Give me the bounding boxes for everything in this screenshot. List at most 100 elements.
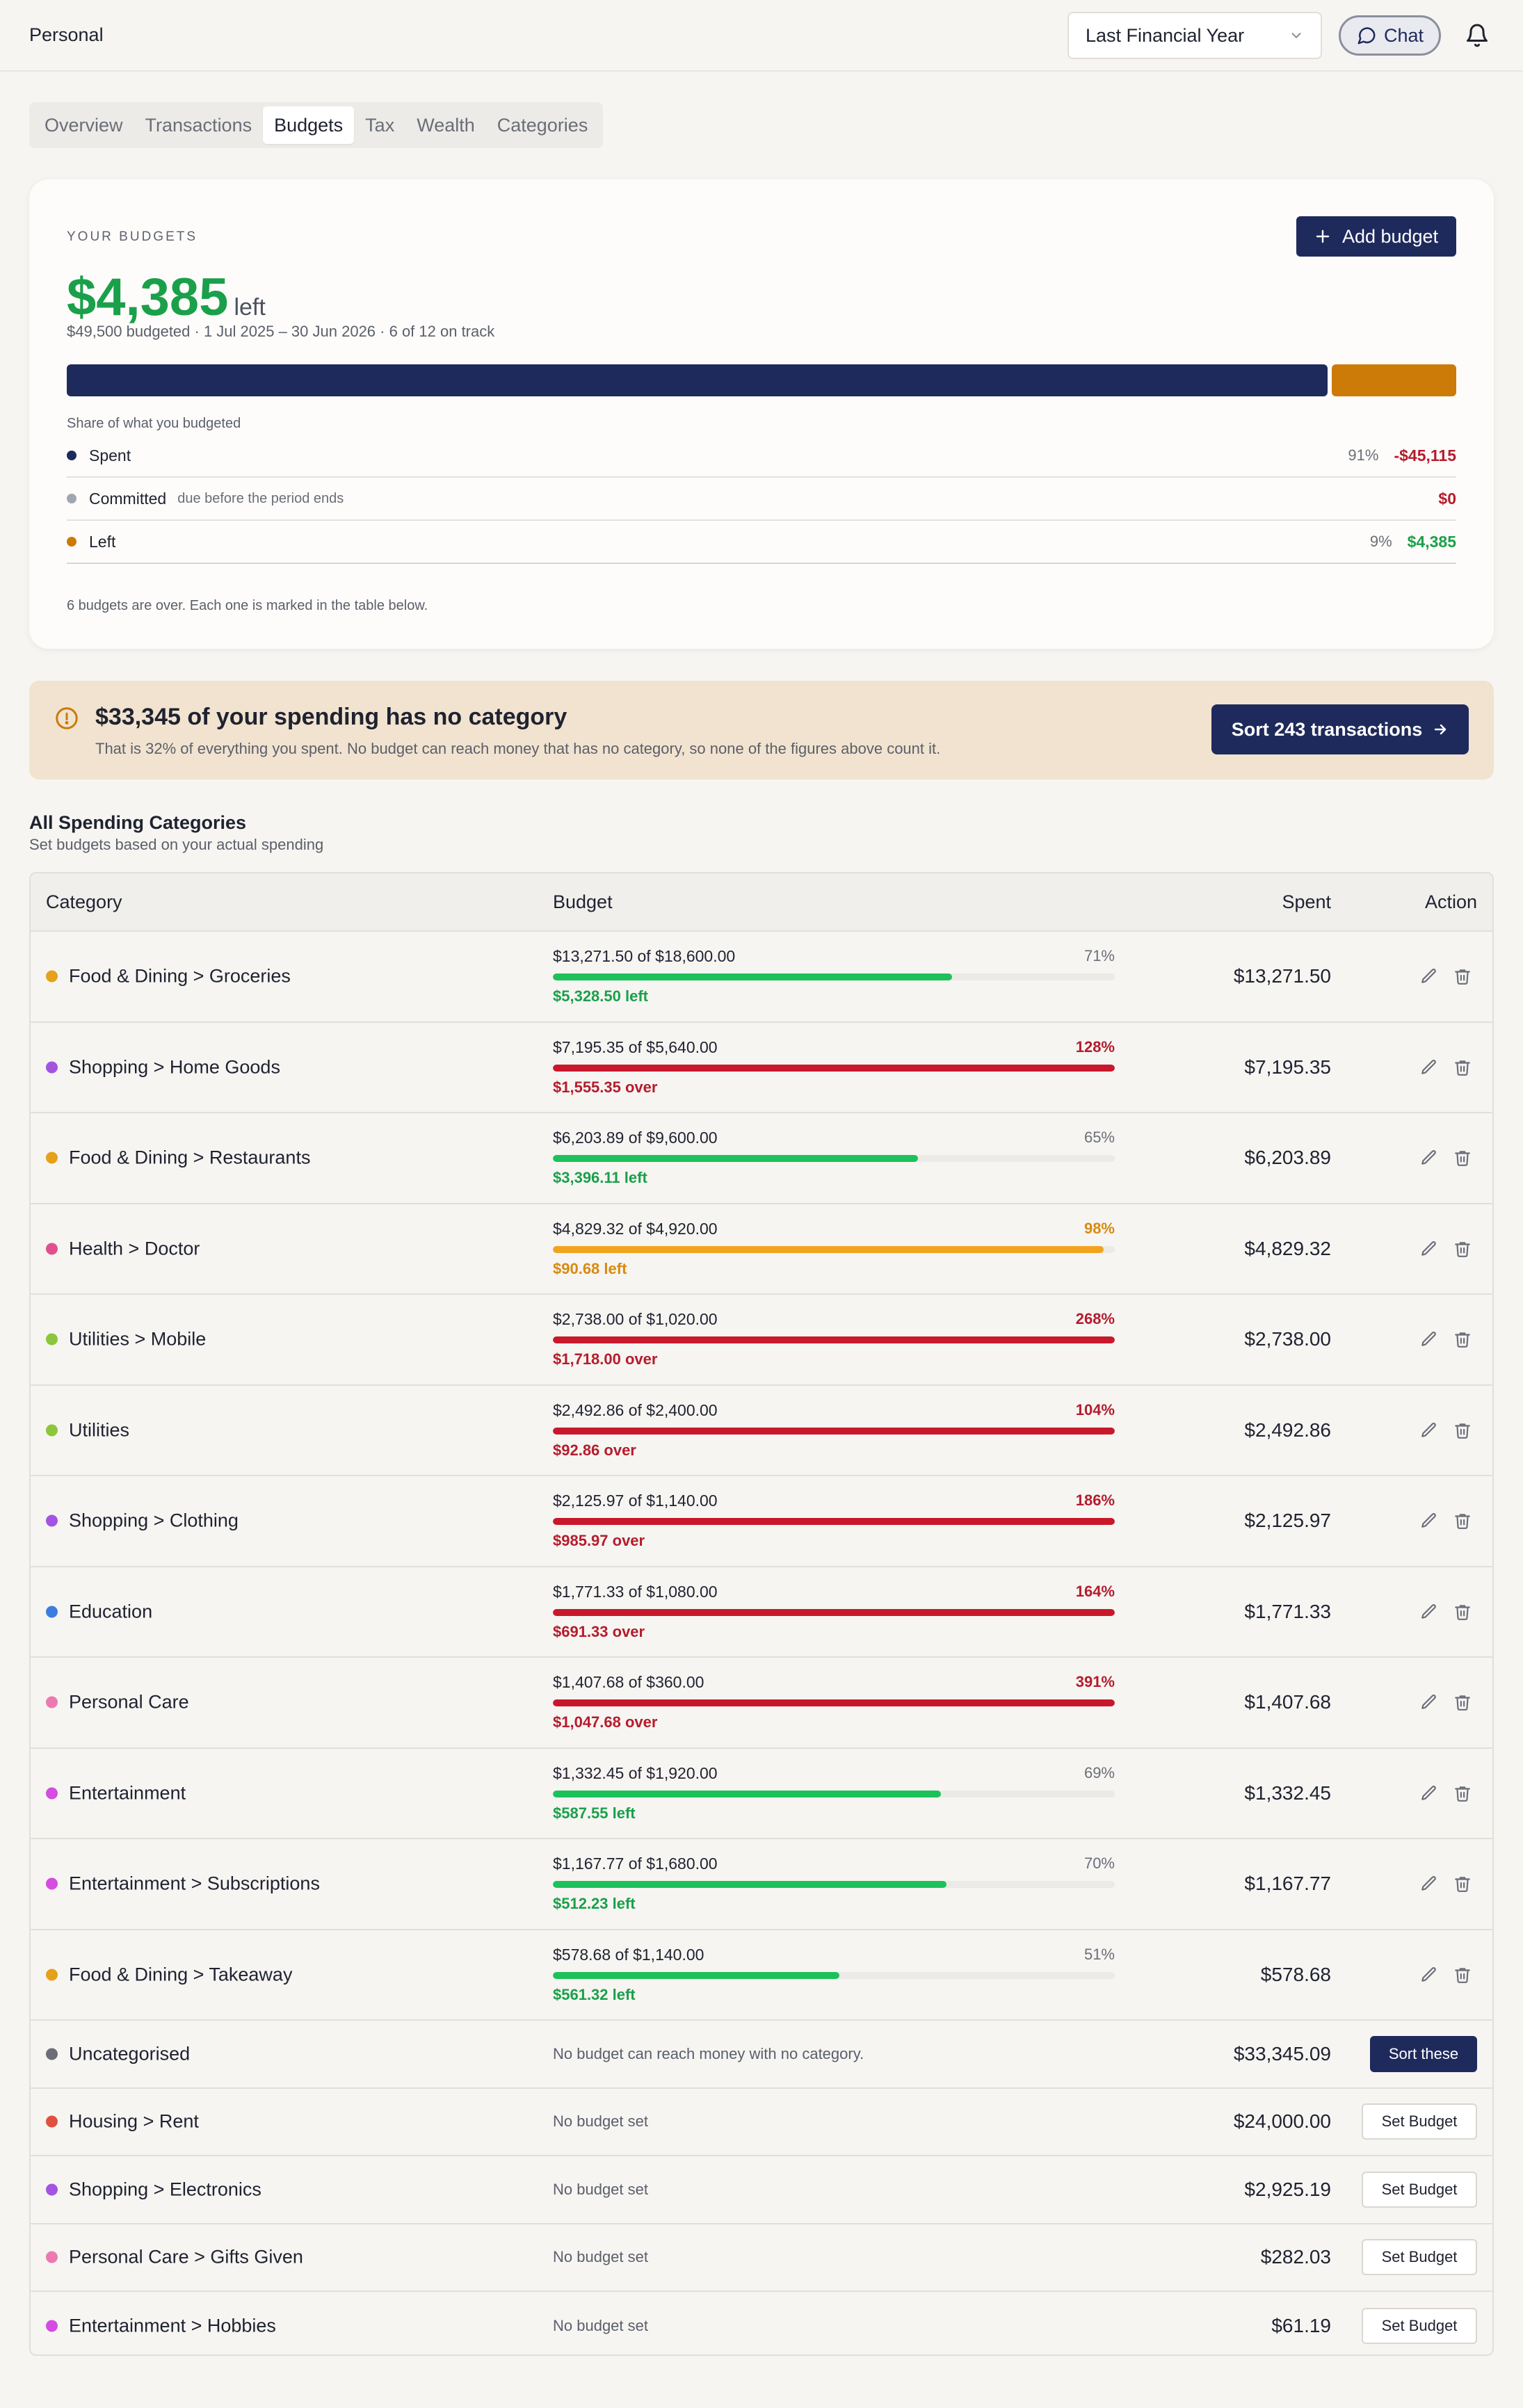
trash-icon[interactable] bbox=[1453, 1966, 1472, 1984]
budget-progress-fill bbox=[553, 1518, 1115, 1525]
row-actions bbox=[1420, 1966, 1472, 1984]
trash-icon[interactable] bbox=[1453, 1058, 1472, 1076]
category-name: Food & Dining > Takeaway bbox=[69, 1964, 293, 1985]
row-spent: $282.03 bbox=[1260, 2246, 1331, 2268]
tab-tax[interactable]: Tax bbox=[354, 106, 405, 144]
category-name: Personal Care > Gifts Given bbox=[69, 2246, 303, 2268]
plus-icon bbox=[1316, 229, 1330, 243]
pencil-icon[interactable] bbox=[1420, 1966, 1438, 1984]
top-bar-actions: Last Financial Year Chat bbox=[1067, 12, 1490, 59]
category-name: Entertainment > Subscriptions bbox=[69, 1873, 320, 1894]
row-message: No budget set bbox=[553, 2112, 648, 2131]
legend-value: $4,385 bbox=[1407, 532, 1456, 551]
tab-wealth[interactable]: Wealth bbox=[405, 106, 486, 144]
trash-icon[interactable] bbox=[1453, 1512, 1472, 1530]
trash-icon[interactable] bbox=[1453, 1421, 1472, 1439]
row-actions bbox=[1420, 967, 1472, 985]
sort-these-button[interactable]: Sort these bbox=[1370, 2035, 1477, 2072]
category-name: Entertainment bbox=[69, 1782, 186, 1804]
budget-summary: $7,195.35 of $5,640.00 128% bbox=[553, 1038, 1115, 1057]
row-spent: $1,407.68 bbox=[1244, 1691, 1331, 1713]
budget-progress-fill bbox=[553, 973, 952, 980]
budget-percent: 70% bbox=[1083, 1855, 1115, 1872]
trash-icon[interactable] bbox=[1453, 1875, 1472, 1893]
budget-percent: 51% bbox=[1083, 1945, 1115, 1963]
trash-icon[interactable] bbox=[1453, 1693, 1472, 1711]
trash-icon[interactable] bbox=[1453, 1330, 1472, 1348]
pencil-icon[interactable] bbox=[1420, 1149, 1438, 1167]
budget-summary: $1,407.68 of $360.00 391% bbox=[553, 1673, 1115, 1692]
trash-icon[interactable] bbox=[1453, 1240, 1472, 1258]
budget-amounts: $2,125.97 of $1,140.00 bbox=[553, 1492, 718, 1510]
set-budget-button[interactable]: Set Budget bbox=[1362, 2239, 1477, 2276]
budget-remaining: $985.97 over bbox=[553, 1532, 645, 1549]
table-row: Utilities > Mobile $2,738.00 of $1,020.00… bbox=[31, 1295, 1492, 1386]
row-category: Education bbox=[46, 1601, 152, 1622]
pencil-icon[interactable] bbox=[1420, 1058, 1438, 1076]
category-dot bbox=[46, 1514, 58, 1527]
chat-button[interactable]: Chat bbox=[1338, 15, 1441, 56]
category-name: Shopping > Home Goods bbox=[69, 1056, 280, 1078]
row-actions bbox=[1420, 1693, 1472, 1711]
pencil-icon[interactable] bbox=[1420, 1875, 1438, 1893]
trash-icon[interactable] bbox=[1453, 1784, 1472, 1802]
progress-left-segment bbox=[1331, 364, 1456, 396]
uncategorised-banner: $33,345 of your spending has no category… bbox=[29, 681, 1494, 779]
row-actions bbox=[1420, 1875, 1472, 1893]
tab-transactions[interactable]: Transactions bbox=[134, 106, 264, 144]
row-spent: $7,195.35 bbox=[1244, 1056, 1331, 1078]
budget-remaining: $5,328.50 left bbox=[553, 987, 648, 1005]
table-row: Entertainment > Hobbies No budget set $61.… bbox=[31, 2292, 1492, 2354]
table-row: Personal Care > Gifts Given No budget set… bbox=[31, 2224, 1492, 2292]
set-budget-button[interactable]: Set Budget bbox=[1362, 2307, 1477, 2344]
row-spent: $2,925.19 bbox=[1244, 2178, 1331, 2200]
pencil-icon[interactable] bbox=[1420, 1693, 1438, 1711]
row-spent: $1,771.33 bbox=[1244, 1600, 1331, 1622]
table-row: Entertainment $1,332.45 of $1,920.00 69% $5… bbox=[31, 1749, 1492, 1839]
budget-percent: 391% bbox=[1075, 1673, 1115, 1690]
pencil-icon[interactable] bbox=[1420, 1240, 1438, 1258]
category-dot bbox=[46, 2115, 58, 2128]
budget-progress-track bbox=[553, 1064, 1115, 1072]
budget-progress-fill bbox=[553, 1699, 1115, 1706]
sort-transactions-button[interactable]: Sort 243 transactions bbox=[1211, 704, 1469, 754]
bell-icon[interactable] bbox=[1465, 23, 1490, 48]
trash-icon[interactable] bbox=[1453, 1603, 1472, 1621]
period-select[interactable]: Last Financial Year bbox=[1067, 12, 1322, 59]
budget-progress-track bbox=[553, 1336, 1115, 1343]
budget-summary-card: YOUR BUDGETS Add budget $4,385 left $49,… bbox=[29, 179, 1494, 649]
set-budget-button[interactable]: Set Budget bbox=[1362, 2171, 1477, 2208]
trash-icon[interactable] bbox=[1453, 967, 1472, 985]
pencil-icon[interactable] bbox=[1420, 1421, 1438, 1439]
row-actions bbox=[1420, 1240, 1472, 1258]
row-actions bbox=[1420, 1149, 1472, 1167]
trash-icon[interactable] bbox=[1453, 1149, 1472, 1167]
pencil-icon[interactable] bbox=[1420, 1603, 1438, 1621]
pencil-icon[interactable] bbox=[1420, 1784, 1438, 1802]
budget-remaining: $92.86 over bbox=[553, 1441, 636, 1459]
budget-progress-fill bbox=[553, 1790, 941, 1797]
category-name: Health > Doctor bbox=[69, 1238, 200, 1259]
tab-overview[interactable]: Overview bbox=[33, 106, 134, 144]
budget-progress-track bbox=[553, 1881, 1115, 1888]
pencil-icon[interactable] bbox=[1420, 1330, 1438, 1348]
tab-categories[interactable]: Categories bbox=[486, 106, 599, 144]
pencil-icon[interactable] bbox=[1420, 1512, 1438, 1530]
budget-progress-track bbox=[553, 1245, 1115, 1253]
row-category: Personal Care bbox=[46, 1692, 189, 1713]
legend-row-spent: Spent 91% -$45,115 bbox=[67, 435, 1456, 478]
legend-percent: 9% bbox=[1369, 533, 1392, 550]
add-budget-button[interactable]: Add budget bbox=[1296, 216, 1456, 257]
row-category: Shopping > Home Goods bbox=[46, 1056, 280, 1078]
set-budget-button[interactable]: Set Budget bbox=[1362, 2103, 1477, 2140]
app-title: Personal bbox=[29, 24, 104, 45]
pencil-icon[interactable] bbox=[1420, 967, 1438, 985]
row-spent: $24,000.00 bbox=[1233, 2110, 1331, 2133]
budget-summary: $2,492.86 of $2,400.00 104% bbox=[553, 1401, 1115, 1420]
tab-budgets[interactable]: Budgets bbox=[263, 106, 355, 144]
legend-label: Spent bbox=[89, 446, 131, 464]
row-spent: $61.19 bbox=[1271, 2314, 1331, 2336]
banner-text: That is 32% of everything you spent. No … bbox=[95, 740, 941, 757]
row-spent: $1,167.77 bbox=[1244, 1873, 1331, 1895]
category-dot bbox=[46, 2251, 58, 2263]
